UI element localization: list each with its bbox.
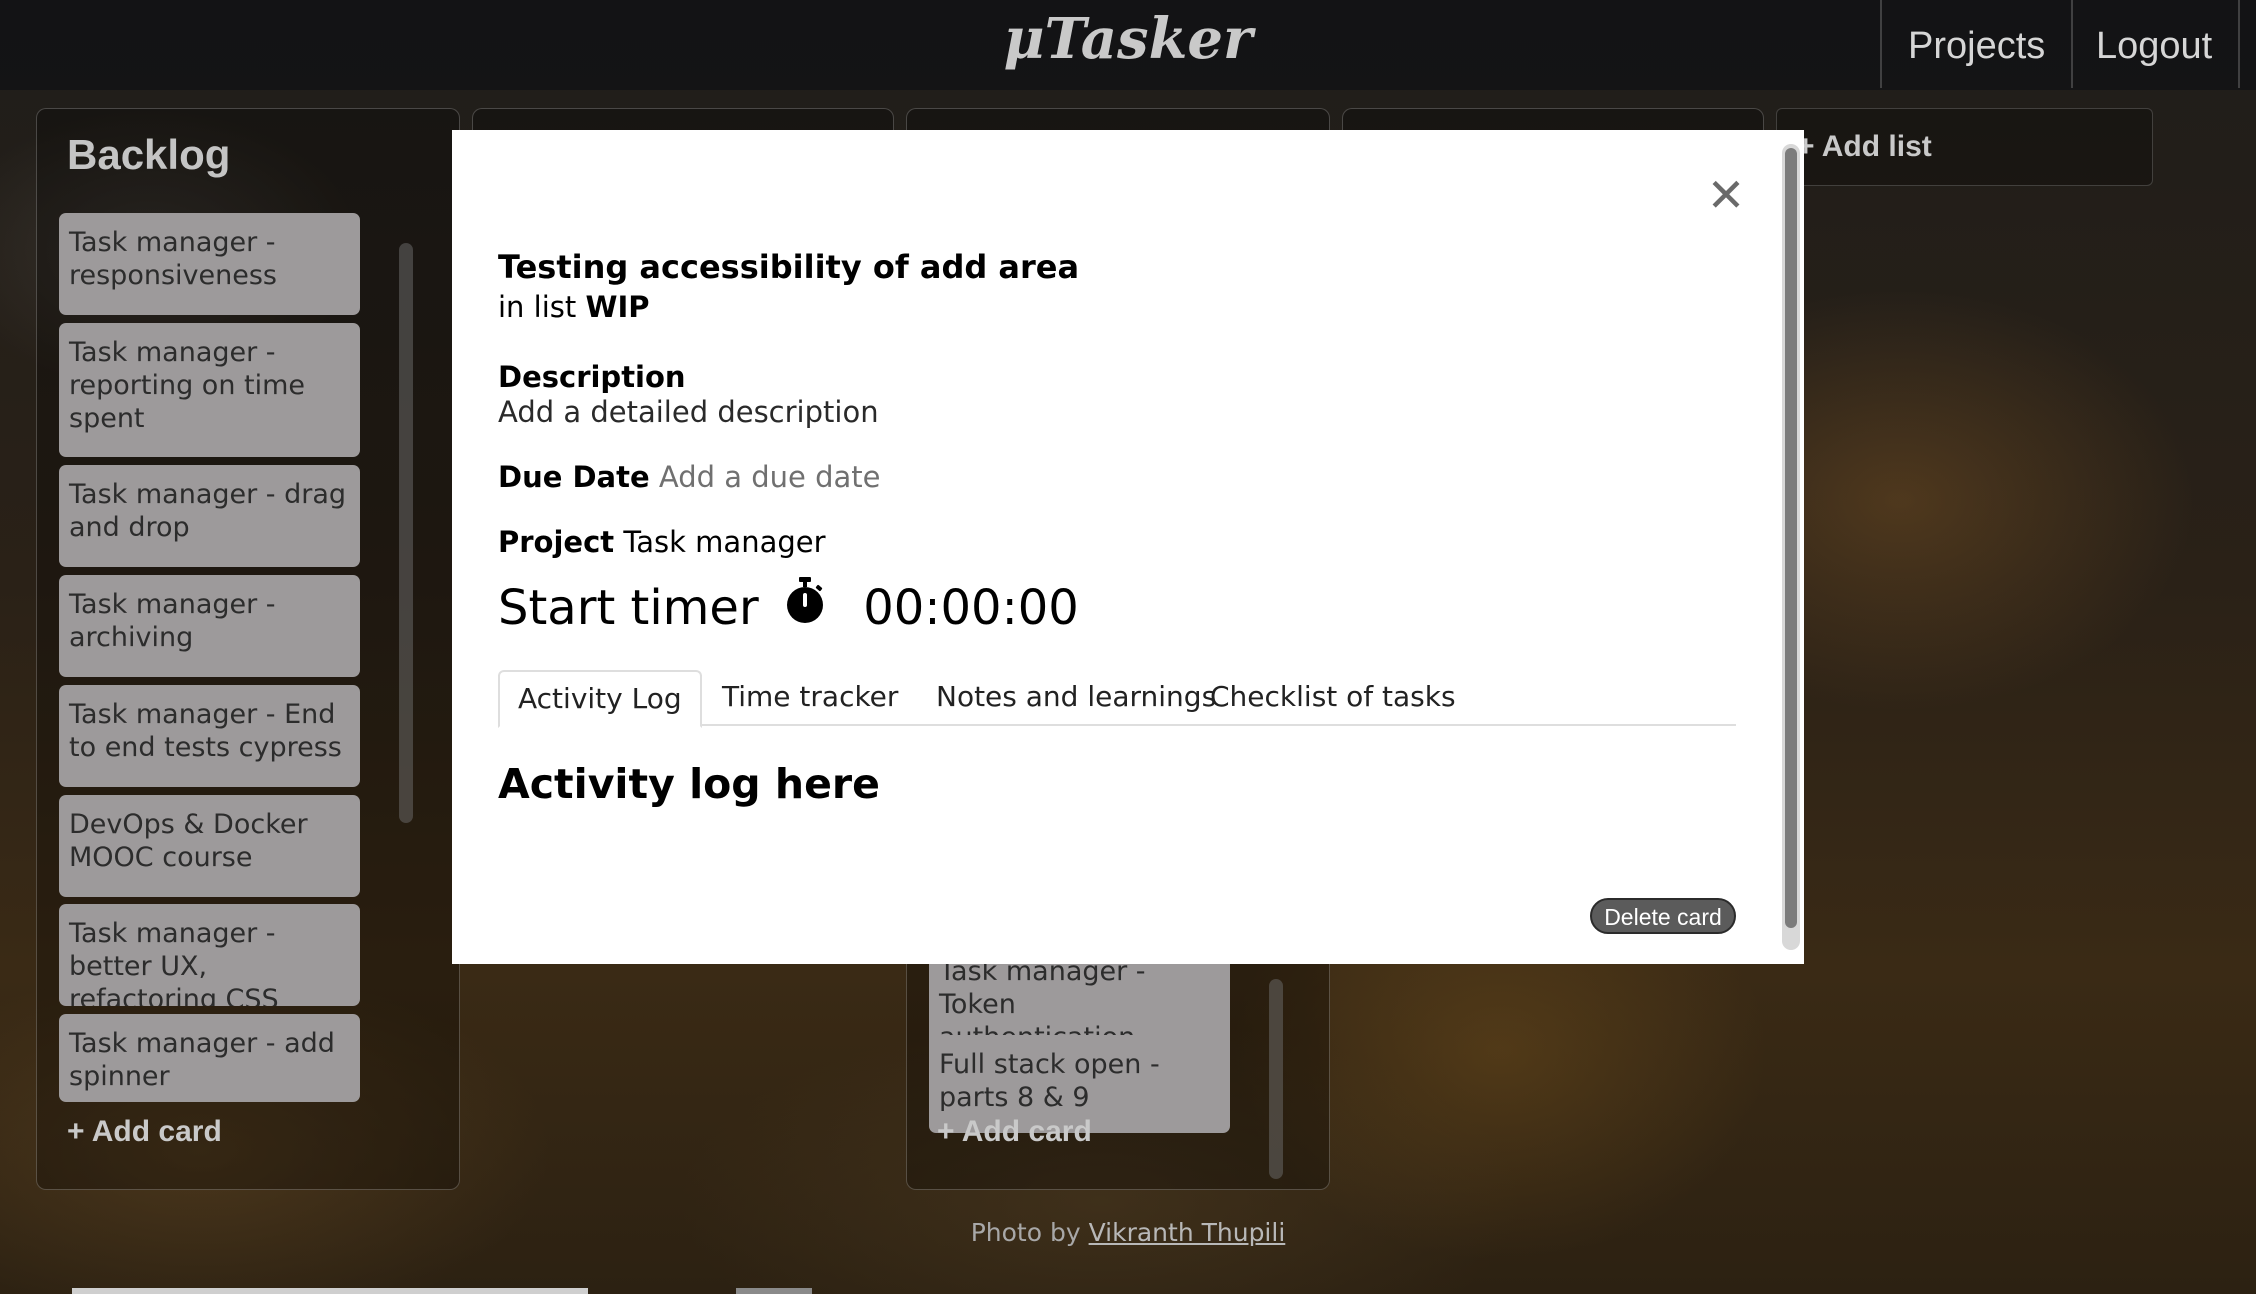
add-card-button[interactable]: + Add card bbox=[937, 1115, 1092, 1149]
bottom-scrollbar-segment bbox=[736, 1288, 812, 1294]
card-tabs: Activity Log Time tracker Notes and lear… bbox=[498, 670, 1736, 728]
photo-credit: Photo by Vikranth Thupili bbox=[0, 1218, 2256, 1247]
card-archiving[interactable]: Task manager - archiving bbox=[59, 575, 360, 677]
card-full-stack-open[interactable]: Full stack open - parts 8 & 9 bbox=[929, 1035, 1230, 1111]
timer-value: 00:00:00 bbox=[863, 580, 1079, 636]
add-card-label: Add card bbox=[961, 1115, 1092, 1148]
card-add-spinner[interactable]: Task manager - add spinner bbox=[59, 1014, 360, 1102]
description-label: Description bbox=[498, 360, 686, 394]
timer-row: Start timer 00:00:00 bbox=[498, 577, 1079, 641]
tab-notes-learnings[interactable]: Notes and learnings bbox=[918, 670, 1234, 724]
list-backlog: Backlog Task manager - responsiveness Ta… bbox=[36, 108, 460, 1190]
due-date-field[interactable]: Add a due date bbox=[659, 460, 881, 494]
list-scrollbar[interactable] bbox=[1269, 979, 1283, 1179]
activity-log-content: Activity log here bbox=[498, 760, 880, 808]
project-value: Task manager bbox=[623, 525, 826, 559]
list-title-backlog: Backlog bbox=[67, 131, 231, 178]
add-list-button[interactable]: + Add list bbox=[1776, 108, 2153, 186]
list-scrollbar[interactable] bbox=[399, 243, 413, 823]
close-icon[interactable]: ✕ bbox=[1704, 170, 1748, 220]
add-card-label: Add card bbox=[91, 1115, 222, 1148]
list-name: WIP bbox=[585, 290, 650, 324]
card-e2e-tests[interactable]: Task manager - End to end tests cypress bbox=[59, 685, 360, 787]
in-list-prefix: in list bbox=[498, 290, 586, 324]
photo-author-link[interactable]: Vikranth Thupili bbox=[1089, 1218, 1286, 1247]
tab-checklist[interactable]: Checklist of tasks bbox=[1192, 670, 1474, 724]
start-timer-button[interactable]: Start timer bbox=[498, 580, 759, 636]
card-title[interactable]: Testing accessibility of add area bbox=[498, 248, 1079, 286]
description-field[interactable]: Add a detailed description bbox=[498, 395, 879, 429]
card-list-info: in list WIP bbox=[498, 290, 650, 324]
project-row: Project Task manager bbox=[498, 525, 826, 559]
app-header: μTasker Projects Logout bbox=[0, 0, 2256, 90]
stopwatch-icon[interactable] bbox=[784, 577, 826, 637]
delete-card-button[interactable]: Delete card bbox=[1590, 898, 1736, 934]
card-reporting-time[interactable]: Task manager - reporting on time spent bbox=[59, 323, 360, 457]
card-detail-modal: ✕ Testing accessibility of add area in l… bbox=[452, 130, 1804, 964]
due-date-row: Due Date Add a due date bbox=[498, 460, 880, 494]
projects-nav-button[interactable]: Projects bbox=[1880, 0, 2074, 88]
card-responsiveness[interactable]: Task manager - responsiveness bbox=[59, 213, 360, 315]
photo-credit-prefix: Photo by bbox=[970, 1218, 1089, 1247]
modal-scrollbar-thumb[interactable] bbox=[1785, 148, 1797, 928]
tab-time-tracker[interactable]: Time tracker bbox=[704, 670, 916, 724]
due-date-label: Due Date bbox=[498, 460, 650, 494]
add-list-label: Add list bbox=[1821, 130, 1932, 163]
card-drag-and-drop[interactable]: Task manager - drag and drop bbox=[59, 465, 360, 567]
tab-activity-log[interactable]: Activity Log bbox=[498, 670, 702, 728]
logout-nav-button[interactable]: Logout bbox=[2070, 0, 2241, 88]
plus-icon: + bbox=[937, 1115, 962, 1148]
bottom-scrollbar[interactable] bbox=[72, 1288, 588, 1294]
card-better-ux[interactable]: Task manager - better UX, refactoring CS… bbox=[59, 904, 360, 1006]
add-card-button[interactable]: + Add card bbox=[67, 1115, 222, 1149]
card-devops-docker[interactable]: DevOps & Docker MOOC course bbox=[59, 795, 360, 897]
plus-icon: + bbox=[67, 1115, 92, 1148]
project-label: Project bbox=[498, 525, 615, 559]
